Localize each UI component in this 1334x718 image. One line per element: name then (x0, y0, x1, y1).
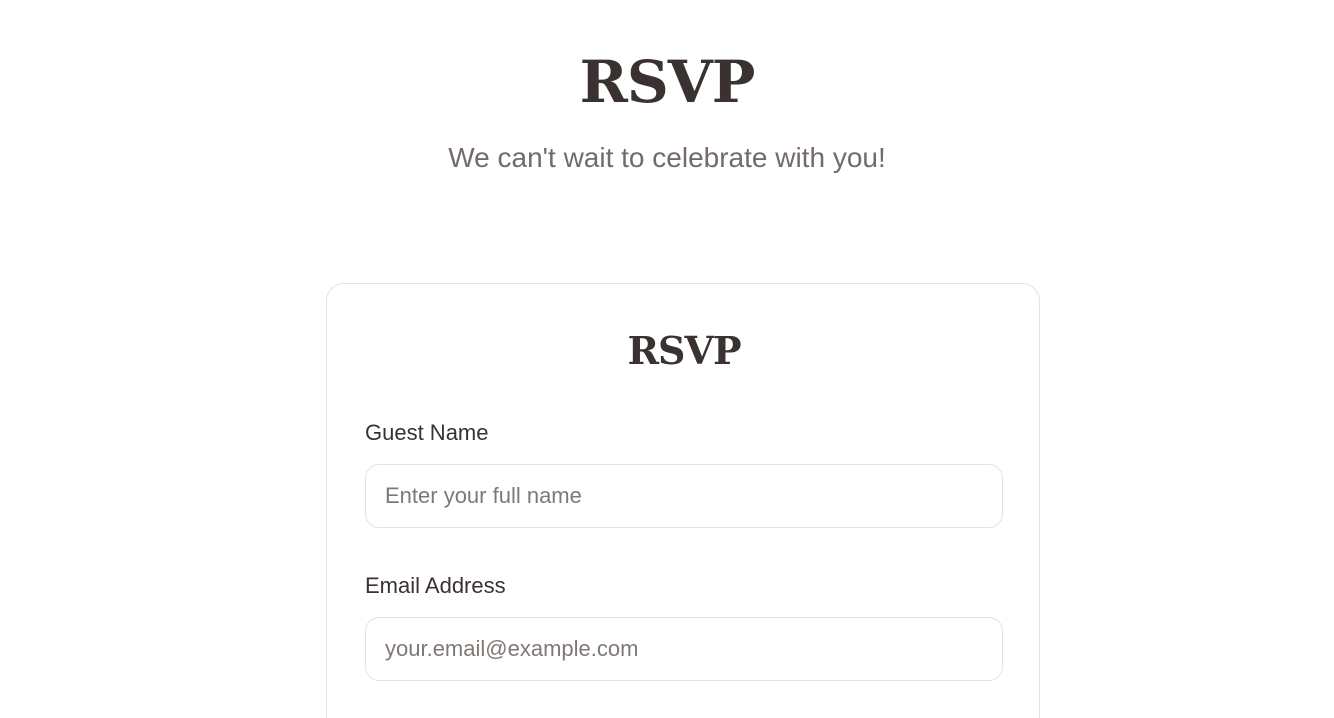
form-title: RSVP (627, 328, 741, 373)
email-address-input[interactable] (365, 617, 1003, 681)
guest-name-input[interactable] (365, 464, 1003, 528)
page-title: RSVP (579, 48, 756, 116)
guest-name-label: Guest Name (365, 420, 489, 445)
email-address-label: Email Address (365, 573, 506, 598)
rsvp-form-card: RSVP Guest Name Email Address (326, 283, 1040, 718)
page-subtitle: We can't wait to celebrate with you! (448, 142, 886, 173)
